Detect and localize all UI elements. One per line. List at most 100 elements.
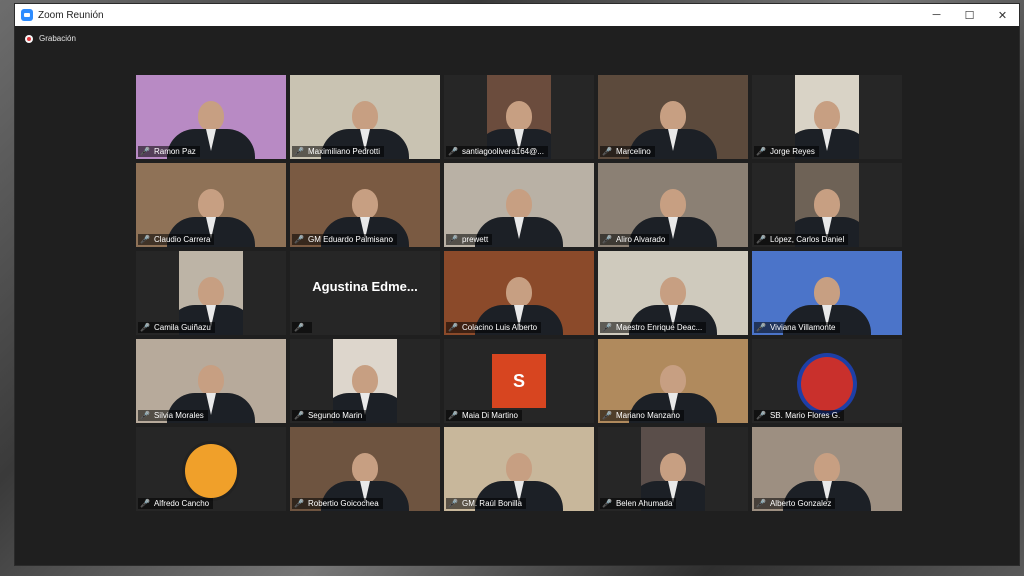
participant-tile[interactable]: 🎤 GM. Raúl Bonilla	[444, 427, 594, 511]
participant-name-tag: 🎤 Maia Di Martino	[446, 410, 522, 421]
window-controls: ─ ☐ ✕	[920, 4, 1019, 26]
participant-name: SB. Mario Flores G.	[769, 411, 841, 420]
participant-tile[interactable]: Agustina Edme... 🎤	[290, 251, 440, 335]
participant-tile[interactable]: 🎤 Colacino Luis Alberto	[444, 251, 594, 335]
participant-name-tag: 🎤 prewett	[446, 234, 493, 245]
participant-tile[interactable]: 🎤 Robertio Goicochea	[290, 427, 440, 511]
muted-microphone-icon: 🎤	[140, 235, 150, 244]
participant-name: Mariano Manzano	[615, 411, 681, 420]
participant-name-tag: 🎤 Viviana Villamonte	[754, 322, 840, 333]
muted-microphone-icon: 🎤	[602, 323, 612, 332]
participant-name: GM Eduardo Palmisano	[307, 235, 393, 244]
participant-name: Ramon Paz	[153, 147, 196, 156]
title-bar: Zoom Reunión ─ ☐ ✕	[15, 4, 1019, 26]
participant-tile[interactable]: 🎤 Jorge Reyes	[752, 75, 902, 159]
participant-name: Robertio Goicochea	[307, 499, 379, 508]
participant-name: Jorge Reyes	[769, 147, 815, 156]
muted-microphone-icon: 🎤	[140, 499, 150, 508]
participant-name-tag: 🎤 Robertio Goicochea	[292, 498, 383, 509]
participant-tile[interactable]: 🎤 Alberto Gonzalez	[752, 427, 902, 511]
participant-name: Alfredo Cancho	[153, 499, 210, 508]
participant-tile[interactable]: 🎤 Maestro Enrique Deac...	[598, 251, 748, 335]
muted-microphone-icon: 🎤	[602, 499, 612, 508]
participant-name-tag: 🎤 Maximiliano Pedrotti	[292, 146, 384, 157]
maximize-button[interactable]: ☐	[953, 4, 986, 26]
record-icon	[25, 34, 33, 43]
window-title: Zoom Reunión	[38, 9, 104, 21]
participant-name: Maximiliano Pedrotti	[307, 147, 380, 156]
participant-name: prewett	[461, 235, 489, 244]
participant-tile[interactable]: 🎤 Ramon Paz	[136, 75, 286, 159]
participant-name-tag: 🎤 Alfredo Cancho	[138, 498, 214, 509]
participant-avatar: S	[492, 354, 546, 408]
participant-name: Maestro Enrique Deac...	[615, 323, 703, 332]
participant-tile[interactable]: 🎤 Segundo Marin	[290, 339, 440, 423]
participant-name-tag: 🎤	[292, 322, 312, 333]
participant-name: GM. Raúl Bonilla	[461, 499, 522, 508]
participant-tile[interactable]: 🎤 Belen Ahumada	[598, 427, 748, 511]
muted-microphone-icon: 🎤	[602, 411, 612, 420]
muted-microphone-icon: 🎤	[602, 147, 612, 156]
muted-microphone-icon: 🎤	[448, 499, 458, 508]
participant-name-tag: 🎤 Marcelino	[600, 146, 655, 157]
muted-microphone-icon: 🎤	[294, 499, 304, 508]
muted-microphone-icon: 🎤	[140, 323, 150, 332]
participant-name-tag: 🎤 Maestro Enrique Deac...	[600, 322, 707, 333]
muted-microphone-icon: 🎤	[756, 323, 766, 332]
participant-tile[interactable]: 🎤 santiagoolivera164@...	[444, 75, 594, 159]
participant-name: santiagoolivera164@...	[461, 147, 544, 156]
gallery-view: 🎤 Ramon Paz 🎤 Maximiliano Pedrotti 🎤 santiago…	[136, 75, 902, 511]
participant-name-tag: 🎤 GM Eduardo Palmisano	[292, 234, 397, 245]
participant-tile[interactable]: 🎤 Camila Guiñazu	[136, 251, 286, 335]
participant-name: Viviana Villamonte	[769, 323, 836, 332]
participant-name-tag: 🎤 Ramon Paz	[138, 146, 200, 157]
participant-tile[interactable]: S 🎤 Maia Di Martino	[444, 339, 594, 423]
muted-microphone-icon: 🎤	[448, 147, 458, 156]
participant-name: Silvia Morales	[153, 411, 204, 420]
participant-name-tag: 🎤 Claudio Carrera	[138, 234, 215, 245]
participant-name-tag: 🎤 López, Carlos Daniel	[754, 234, 849, 245]
muted-microphone-icon: 🎤	[140, 147, 150, 156]
muted-microphone-icon: 🎤	[294, 411, 304, 420]
recording-label: Grabación	[39, 34, 76, 43]
participant-name-tag: 🎤 Aliro Alvarado	[600, 234, 670, 245]
participant-name: López, Carlos Daniel	[769, 235, 845, 244]
muted-microphone-icon: 🎤	[448, 235, 458, 244]
participant-tile[interactable]: 🎤 prewett	[444, 163, 594, 247]
participant-name: Claudio Carrera	[153, 235, 211, 244]
participant-name-tag: 🎤 Silvia Morales	[138, 410, 208, 421]
participant-name-tag: 🎤 santiagoolivera164@...	[446, 146, 548, 157]
muted-microphone-icon: 🎤	[756, 499, 766, 508]
participant-display-name: Agustina Edme...	[312, 278, 418, 294]
participant-tile[interactable]: 🎤 Alfredo Cancho	[136, 427, 286, 511]
participant-name: Camila Guiñazu	[153, 323, 211, 332]
participant-tile[interactable]: 🎤 Mariano Manzano	[598, 339, 748, 423]
participant-tile[interactable]: 🎤 Viviana Villamonte	[752, 251, 902, 335]
participant-tile[interactable]: 🎤 GM Eduardo Palmisano	[290, 163, 440, 247]
participant-tile[interactable]: 🎤 Claudio Carrera	[136, 163, 286, 247]
close-button[interactable]: ✕	[986, 4, 1019, 26]
muted-microphone-icon: 🎤	[756, 235, 766, 244]
participant-tile[interactable]: 🎤 López, Carlos Daniel	[752, 163, 902, 247]
muted-microphone-icon: 🎤	[756, 147, 766, 156]
minimize-button[interactable]: ─	[920, 4, 953, 26]
participant-name-tag: 🎤 Jorge Reyes	[754, 146, 819, 157]
muted-microphone-icon: 🎤	[756, 411, 766, 420]
martial-arts-logo-icon	[182, 441, 240, 501]
participant-name-tag: 🎤 Belen Ahumada	[600, 498, 677, 509]
participant-tile[interactable]: 🎤 SB. Mario Flores G.	[752, 339, 902, 423]
participant-tile[interactable]: 🎤 Maximiliano Pedrotti	[290, 75, 440, 159]
participant-tile[interactable]: 🎤 Aliro Alvarado	[598, 163, 748, 247]
participant-name: Colacino Luis Alberto	[461, 323, 538, 332]
participant-tile[interactable]: 🎤 Silvia Morales	[136, 339, 286, 423]
participant-name-tag: 🎤 GM. Raúl Bonilla	[446, 498, 526, 509]
muted-microphone-icon: 🎤	[294, 323, 304, 332]
muted-microphone-icon: 🎤	[448, 411, 458, 420]
muted-microphone-icon: 🎤	[294, 235, 304, 244]
muted-microphone-icon: 🎤	[602, 235, 612, 244]
muted-microphone-icon: 🎤	[448, 323, 458, 332]
muted-microphone-icon: 🎤	[294, 147, 304, 156]
recording-indicator[interactable]: Grabación	[25, 34, 76, 43]
participant-tile[interactable]: 🎤 Marcelino	[598, 75, 748, 159]
participant-name-tag: 🎤 Camila Guiñazu	[138, 322, 215, 333]
